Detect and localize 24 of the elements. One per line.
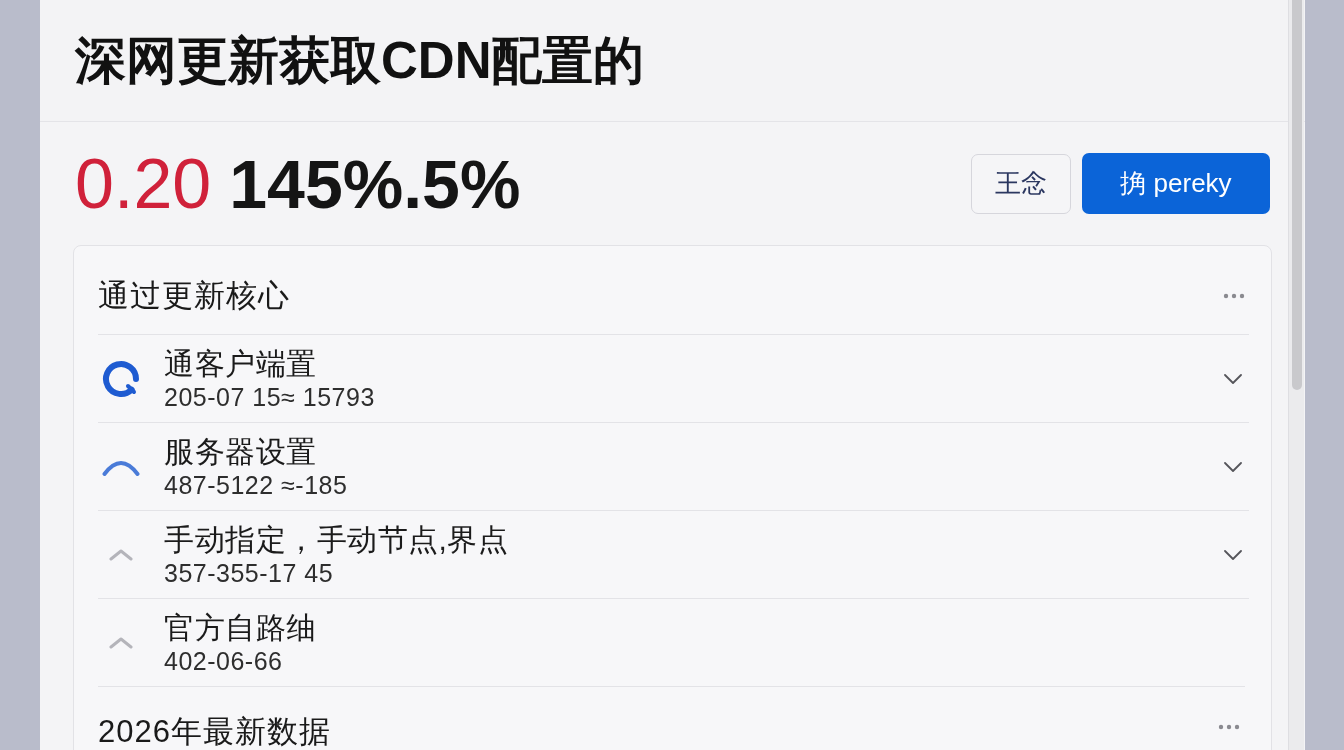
row-subtitle: 487-5122 ≈-185 bbox=[164, 469, 348, 500]
section-title: 通过更新核心 bbox=[98, 279, 290, 313]
row-subtitle: 205-07 15≈ 15793 bbox=[164, 381, 375, 412]
caret-up-icon bbox=[109, 636, 133, 649]
outline-button[interactable]: 王念 bbox=[971, 153, 1071, 214]
chevron-down-icon[interactable] bbox=[1224, 549, 1242, 560]
chevron-down-icon[interactable] bbox=[1224, 373, 1242, 384]
ring-icon bbox=[102, 359, 140, 398]
chevron-down-icon[interactable] bbox=[1224, 461, 1242, 472]
row-subtitle: 402-06-66 bbox=[164, 645, 283, 676]
row-title: 手动指定，手动节点,界点 bbox=[164, 521, 509, 558]
more-icon[interactable] bbox=[1223, 293, 1245, 299]
section-title: 2026年最新数据 bbox=[98, 712, 331, 749]
row-title: 官方自路䌷 bbox=[164, 609, 317, 646]
row-subtitle: 357-355-17 45 bbox=[164, 557, 334, 588]
price-change: 145%.5% bbox=[229, 144, 521, 224]
row-title: 服务器设置 bbox=[164, 433, 317, 470]
scrollbar-thumb[interactable] bbox=[1291, 0, 1302, 390]
price-value: 0.20 bbox=[75, 143, 212, 224]
primary-button[interactable]: 捔 pereky bbox=[1082, 153, 1270, 214]
more-icon[interactable] bbox=[1218, 723, 1240, 730]
page-title: 深网更新获取CDN配置的 bbox=[75, 30, 645, 91]
caret-up-icon bbox=[109, 548, 133, 561]
row-title: 通客户端置 bbox=[164, 345, 317, 382]
